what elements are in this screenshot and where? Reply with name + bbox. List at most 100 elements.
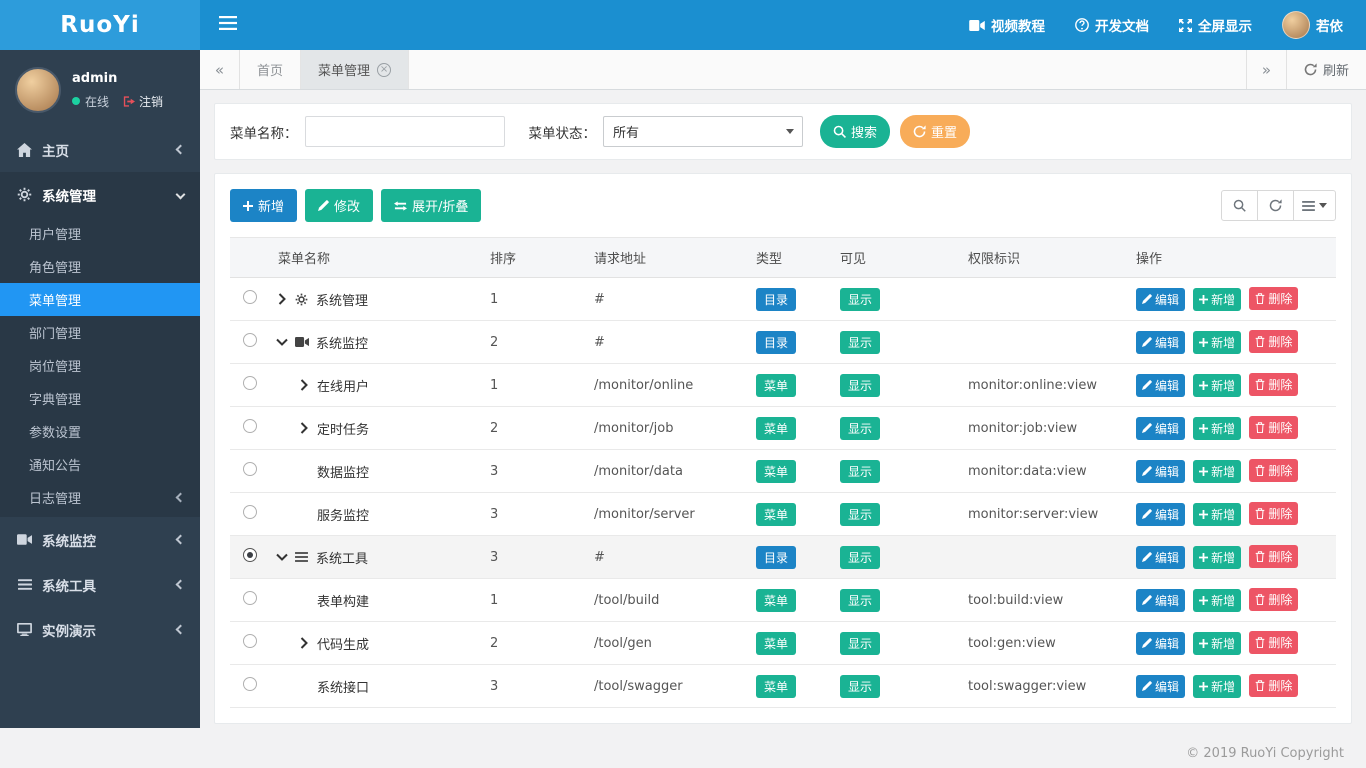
add-button[interactable]: 新增 (1193, 374, 1241, 397)
edit-button[interactable]: 编辑 (1136, 632, 1185, 655)
tree-toggle-icon[interactable] (300, 422, 317, 434)
menu-status-select[interactable]: 所有 (603, 116, 803, 147)
sidebar-subitem-label: 角色管理 (29, 257, 81, 276)
pencil-icon (1142, 595, 1152, 605)
tree-toggle-icon[interactable] (300, 379, 317, 391)
table-search-button[interactable] (1221, 190, 1258, 221)
tree-toggle-icon[interactable] (278, 336, 295, 348)
sidebar-subitem-2[interactable]: 菜单管理 (0, 283, 200, 316)
row-radio[interactable] (243, 505, 257, 519)
tab-menu-management[interactable]: 菜单管理 × (301, 50, 409, 89)
pencil-icon (1142, 509, 1152, 519)
table-row[interactable]: 表单构建 1 /tool/build 菜单 显示 tool:build:view… (230, 579, 1336, 622)
row-radio[interactable] (243, 376, 257, 390)
sidebar-item-demo[interactable]: 实例演示 (0, 607, 200, 652)
delete-button[interactable]: 删除 (1249, 545, 1298, 568)
plus-icon (1199, 381, 1208, 390)
delete-button[interactable]: 删除 (1249, 373, 1298, 396)
table-row[interactable]: 服务监控 3 /monitor/server 菜单 显示 monitor:ser… (230, 493, 1336, 536)
search-button[interactable]: 搜索 (820, 115, 890, 148)
delete-button[interactable]: 删除 (1249, 588, 1298, 611)
table-row[interactable]: 系统接口 3 /tool/swagger 菜单 显示 tool:swagger:… (230, 665, 1336, 708)
expand-collapse-button[interactable]: 展开/折叠 (381, 189, 481, 222)
table-refresh-button[interactable] (1257, 190, 1294, 221)
edit-button[interactable]: 编辑 (1136, 503, 1185, 526)
add-button[interactable]: 新增 (1193, 288, 1241, 311)
sidebar-subitem-6[interactable]: 参数设置 (0, 415, 200, 448)
video-tutorial-link[interactable]: 视频教程 (954, 0, 1060, 50)
add-button[interactable]: 新增 (1193, 675, 1241, 698)
add-button[interactable]: 新增 (1193, 503, 1241, 526)
tree-toggle-icon[interactable] (278, 551, 295, 563)
delete-button[interactable]: 删除 (1249, 502, 1298, 525)
menu-name-input[interactable] (305, 116, 505, 147)
tab-home[interactable]: 首页 (240, 50, 301, 89)
edit-button[interactable]: 编辑 (1136, 417, 1185, 440)
add-button[interactable]: 新增 (1193, 589, 1241, 612)
edit-button[interactable]: 编辑 (1136, 288, 1185, 311)
row-radio[interactable] (243, 591, 257, 605)
row-radio[interactable] (243, 677, 257, 691)
table-row[interactable]: 数据监控 3 /monitor/data 菜单 显示 monitor:data:… (230, 450, 1336, 493)
table-row[interactable]: 代码生成 2 /tool/gen 菜单 显示 tool:gen:view 编辑 … (230, 622, 1336, 665)
modify-menu-button[interactable]: 修改 (305, 189, 373, 222)
row-radio[interactable] (243, 548, 257, 562)
refresh-tab-button[interactable]: 刷新 (1286, 50, 1366, 89)
tree-toggle-icon[interactable] (278, 293, 295, 305)
row-radio[interactable] (243, 419, 257, 433)
add-button[interactable]: 新增 (1193, 632, 1241, 655)
edit-button[interactable]: 编辑 (1136, 460, 1185, 483)
edit-button[interactable]: 编辑 (1136, 374, 1185, 397)
sidebar-toggle-button[interactable] (200, 0, 256, 50)
delete-button[interactable]: 删除 (1249, 674, 1298, 697)
table-row[interactable]: 系统工具 3 # 目录 显示 编辑 新增 删除 (230, 536, 1336, 579)
close-tab-icon[interactable]: × (377, 63, 391, 77)
user-menu[interactable]: 若依 (1267, 0, 1358, 50)
menu-url: /monitor/data (586, 450, 748, 493)
edit-button[interactable]: 编辑 (1136, 546, 1185, 569)
fullscreen-button[interactable]: 全屏显示 (1164, 0, 1267, 50)
topbar-username: 若依 (1316, 15, 1343, 35)
table-row[interactable]: 系统管理 1 # 目录 显示 编辑 新增 删除 (230, 278, 1336, 321)
add-button[interactable]: 新增 (1193, 460, 1241, 483)
table-row[interactable]: 在线用户 1 /monitor/online 菜单 显示 monitor:onl… (230, 364, 1336, 407)
sidebar-item-home[interactable]: 主页 (0, 127, 200, 172)
add-button[interactable]: 新增 (1193, 546, 1241, 569)
delete-button[interactable]: 删除 (1249, 631, 1298, 654)
sidebar-subitem-0[interactable]: 用户管理 (0, 217, 200, 250)
sidebar-subitem-4[interactable]: 岗位管理 (0, 349, 200, 382)
add-menu-button[interactable]: 新增 (230, 189, 297, 222)
row-radio[interactable] (243, 333, 257, 347)
edit-button[interactable]: 编辑 (1136, 331, 1185, 354)
logout-button[interactable]: 注销 (123, 93, 163, 110)
row-radio[interactable] (243, 634, 257, 648)
sidebar-subitem-3[interactable]: 部门管理 (0, 316, 200, 349)
row-radio[interactable] (243, 462, 257, 476)
tabs-scroll-right-button[interactable]: » (1246, 50, 1286, 89)
row-radio[interactable] (243, 290, 257, 304)
table-row[interactable]: 系统监控 2 # 目录 显示 编辑 新增 删除 (230, 321, 1336, 364)
sidebar-subitem-8[interactable]: 日志管理 (0, 481, 200, 514)
tabs-scroll-left-button[interactable]: « (200, 50, 240, 89)
tree-toggle-icon[interactable] (300, 637, 317, 649)
table-row[interactable]: 定时任务 2 /monitor/job 菜单 显示 monitor:job:vi… (230, 407, 1336, 450)
reset-button[interactable]: 重置 (900, 115, 970, 148)
add-button[interactable]: 新增 (1193, 417, 1241, 440)
delete-button[interactable]: 删除 (1249, 459, 1298, 482)
user-avatar[interactable] (15, 67, 61, 113)
desktop-icon (16, 623, 33, 636)
sidebar-subitem-1[interactable]: 角色管理 (0, 250, 200, 283)
sidebar-item-system-monitor[interactable]: 系统监控 (0, 517, 200, 562)
sidebar-item-system-management[interactable]: 系统管理 (0, 172, 200, 217)
dev-docs-link[interactable]: 开发文档 (1060, 0, 1164, 50)
add-button[interactable]: 新增 (1193, 331, 1241, 354)
sidebar-subitem-5[interactable]: 字典管理 (0, 382, 200, 415)
sidebar-item-system-tools[interactable]: 系统工具 (0, 562, 200, 607)
delete-button[interactable]: 删除 (1249, 287, 1298, 310)
delete-button[interactable]: 删除 (1249, 330, 1298, 353)
delete-button[interactable]: 删除 (1249, 416, 1298, 439)
edit-button[interactable]: 编辑 (1136, 675, 1185, 698)
edit-button[interactable]: 编辑 (1136, 589, 1185, 612)
sidebar-subitem-7[interactable]: 通知公告 (0, 448, 200, 481)
table-columns-button[interactable] (1293, 190, 1336, 221)
